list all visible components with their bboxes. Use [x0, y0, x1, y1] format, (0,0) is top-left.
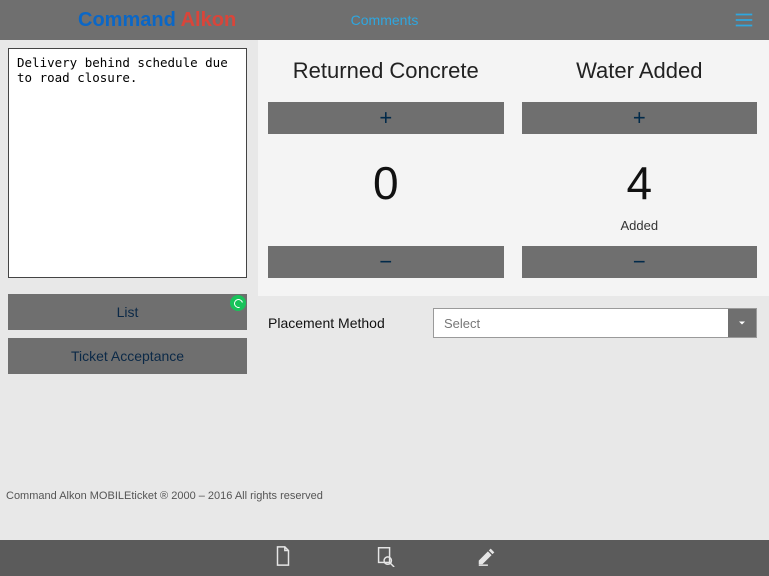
- right-area: Returned Concrete + 0 − Water Added + 4 …: [258, 40, 769, 540]
- brand-text-a: Command: [78, 9, 181, 31]
- returned-concrete-plus-button[interactable]: +: [268, 102, 504, 134]
- menu-icon[interactable]: [733, 9, 755, 36]
- document-icon[interactable]: [272, 545, 294, 572]
- placement-label: Placement Method: [268, 315, 433, 331]
- placement-row: Placement Method Select: [258, 296, 769, 338]
- select-value: Select: [434, 316, 728, 331]
- counter-title: Returned Concrete: [293, 58, 479, 84]
- page-title: Comments: [351, 12, 419, 28]
- counter-sub: Added: [620, 218, 658, 234]
- water-added-counter: Water Added + 4 Added −: [522, 50, 758, 278]
- comments-input[interactable]: [8, 48, 247, 278]
- brand-text-b: Alkon: [181, 9, 237, 31]
- placement-select[interactable]: Select: [433, 308, 757, 338]
- left-column: List Ticket Acceptance: [0, 40, 258, 540]
- returned-concrete-minus-button[interactable]: −: [268, 246, 504, 278]
- returned-concrete-counter: Returned Concrete + 0 −: [268, 50, 504, 278]
- counters-row: Returned Concrete + 0 − Water Added + 4 …: [258, 40, 769, 296]
- water-added-plus-button[interactable]: +: [522, 102, 758, 134]
- list-button[interactable]: List: [8, 294, 247, 330]
- ticket-acceptance-button[interactable]: Ticket Acceptance: [8, 338, 247, 374]
- chevron-down-icon: [728, 309, 756, 337]
- edit-icon[interactable]: [476, 545, 498, 572]
- counter-title: Water Added: [576, 58, 702, 84]
- header: Command Alkon Comments: [0, 0, 769, 40]
- brand-logo: Command Alkon: [78, 9, 236, 32]
- water-added-minus-button[interactable]: −: [522, 246, 758, 278]
- counter-value: 4: [626, 156, 652, 210]
- search-document-icon[interactable]: [374, 545, 396, 572]
- content: List Ticket Acceptance Returned Concrete…: [0, 40, 769, 540]
- footer-copyright: Command Alkon MOBILEticket ® 2000 – 2016…: [6, 490, 323, 502]
- counter-value: 0: [373, 156, 399, 210]
- grammarly-icon: [230, 295, 246, 311]
- bottom-bar: [0, 540, 769, 576]
